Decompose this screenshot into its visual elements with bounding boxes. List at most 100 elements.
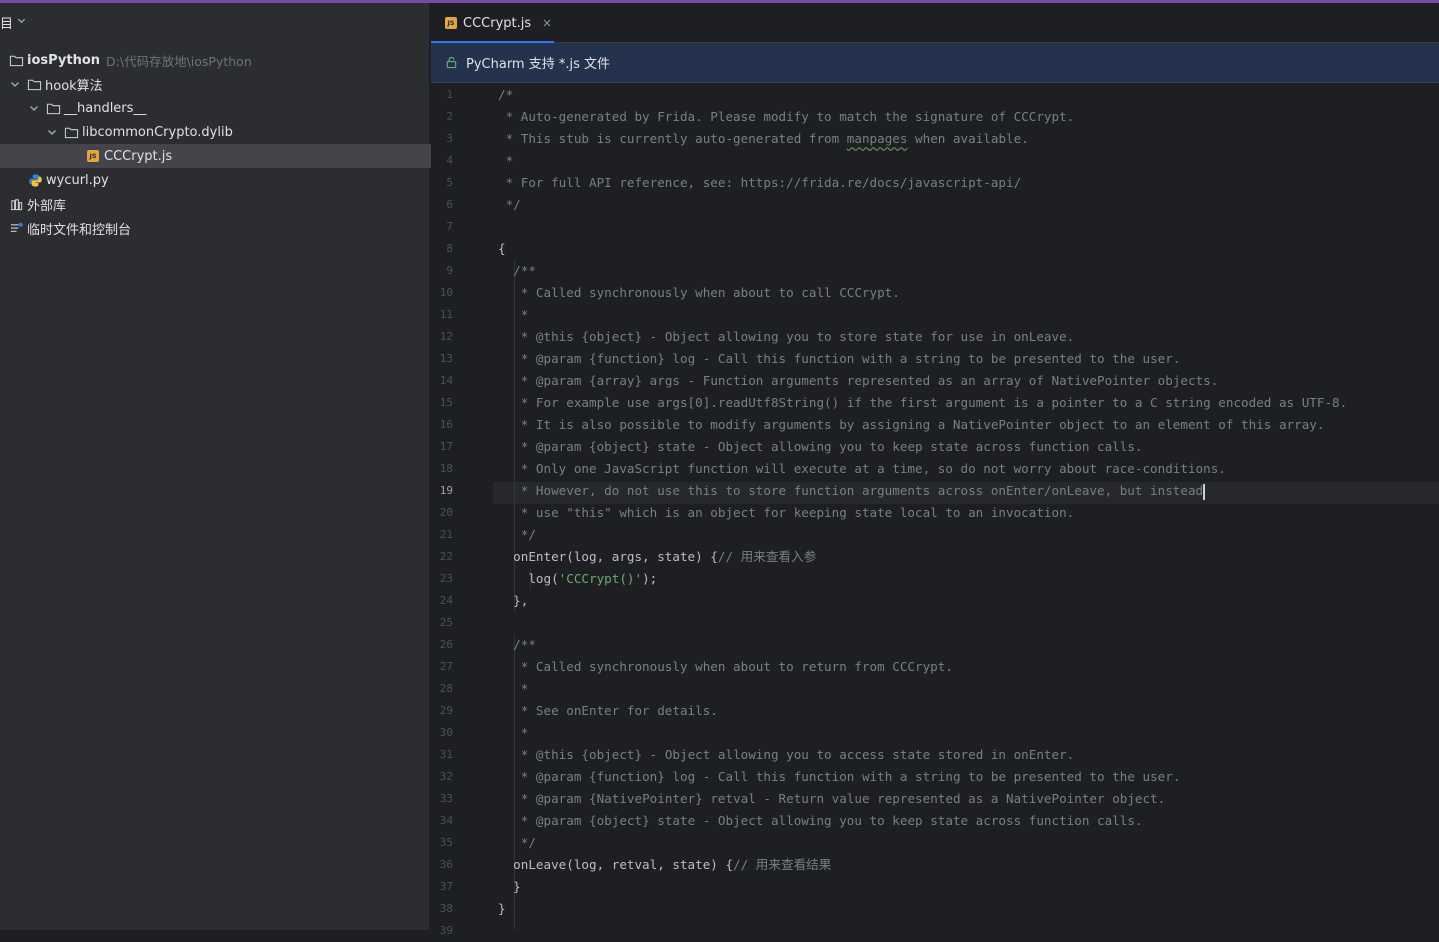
tree-item-label: iosPython [27, 52, 101, 68]
tree-item-label: 临时文件和控制台 [27, 222, 132, 238]
tree-item-handlers[interactable]: __handlers__ [0, 96, 146, 120]
code-line: * @param {array} args - Function argumen… [498, 373, 1219, 388]
line-number: 15 [439, 396, 453, 409]
code-line: * This stub is currently auto-generated … [498, 131, 1029, 146]
text-caret [1203, 483, 1206, 500]
line-number: 7 [446, 220, 453, 233]
line-number: 2 [446, 110, 453, 123]
line-number: 33 [439, 792, 453, 805]
scratches-icon [8, 220, 24, 236]
code-line: */ [498, 835, 536, 850]
code-line: /** [498, 637, 536, 652]
line-number: 34 [439, 814, 453, 827]
panel-title: 目 [0, 16, 14, 32]
line-number: 12 [439, 330, 453, 343]
line-number: 19 [439, 484, 453, 497]
python-file-icon [27, 172, 43, 188]
tree-item-wycurl-py[interactable]: wycurl.py [0, 168, 109, 192]
tree-item-label: wycurl.py [46, 172, 109, 188]
line-number: 23 [439, 572, 453, 585]
line-number: 39 [439, 924, 453, 937]
tree-item-label: 外部库 [27, 198, 67, 214]
library-icon [8, 196, 24, 212]
line-number: 14 [439, 374, 453, 387]
code-line: * @param {object} state - Object allowin… [498, 813, 1143, 828]
line-number: 18 [439, 462, 453, 475]
line-number: 29 [439, 704, 453, 717]
folder-icon [26, 76, 42, 92]
chevron-down-icon[interactable] [17, 16, 26, 28]
line-number: 27 [439, 660, 453, 673]
line-number: 20 [439, 506, 453, 519]
line-number: 1 [446, 88, 453, 101]
line-number: 22 [439, 550, 453, 563]
code-line: }, [498, 593, 529, 608]
project-panel: 目 iosPython D:\代码存放地\iosPython hook算法 __… [0, 3, 503, 930]
tree-item-scratches[interactable]: 临时文件和控制台 [0, 216, 131, 240]
folder-icon [45, 100, 61, 116]
tree-item-label: libcommonCrypto.dylib [82, 124, 233, 140]
line-number: 9 [446, 264, 453, 277]
line-number: 36 [439, 858, 453, 871]
code-line: * @param {object} state - Object allowin… [498, 439, 1143, 454]
line-number: 4 [446, 154, 453, 167]
folder-icon [8, 52, 24, 68]
line-number: 38 [439, 902, 453, 915]
code-line: } [498, 879, 521, 894]
line-number: 28 [439, 682, 453, 695]
editor-tab-bar: JS CCCrypt.js [431, 3, 1439, 44]
line-number: 6 [446, 198, 453, 211]
chevron-down-icon[interactable] [27, 101, 41, 115]
tree-item-label: __handlers__ [64, 100, 147, 116]
code-line: * For full API reference, see: https://f… [498, 175, 1022, 190]
tree-item-cccrypt-js[interactable]: JS CCCrypt.js [0, 144, 503, 168]
code-line: * Auto-generated by Frida. Please modify… [498, 109, 1075, 124]
line-number: 3 [446, 132, 453, 145]
editor-area: JS CCCrypt.js PyCharm 支持 *.js 文件 1234567… [431, 3, 1439, 937]
code-line: * Called synchronously when about to cal… [498, 285, 900, 300]
tree-item-label: hook算法 [45, 78, 103, 94]
line-number: 26 [439, 638, 453, 651]
line-number: 8 [446, 242, 453, 255]
code-line: * @param {NativePointer} retval - Return… [498, 791, 1166, 806]
notification-banner: PyCharm 支持 *.js 文件 [431, 43, 1439, 83]
line-number-gutter[interactable]: 1 2 3 4 5 6 7 8 9 10 11 12 13 14 15 16 17 18 19 20 21 22 23 24 2… [431, 84, 493, 937]
lock-icon [445, 56, 458, 69]
chevron-down-icon[interactable] [45, 125, 59, 139]
close-icon[interactable] [543, 16, 551, 30]
code-line: * @this {object} - Object allowing you t… [498, 329, 1075, 344]
code-line: onEnter(log, args, state) {// 用来查看入参 [498, 549, 817, 564]
code-line: * use "this" which is an object for keep… [498, 505, 1075, 520]
tree-item-iospython[interactable]: iosPython D:\代码存放地\iosPython [0, 48, 252, 72]
line-number: 32 [439, 770, 453, 783]
javascript-file-icon: JS [85, 148, 101, 164]
code-line: * [498, 153, 514, 168]
code-line: onLeave(log, retval, state) {// 用来查看结果 [498, 857, 832, 872]
tab-cccrypt-js[interactable]: JS CCCrypt.js [431, 3, 554, 44]
line-number: 21 [439, 528, 453, 541]
code-line: * Called synchronously when about to ret… [498, 659, 953, 674]
code-line: * It is also possible to modify argument… [498, 417, 1325, 432]
tree-item-path: D:\代码存放地\iosPython [106, 53, 252, 69]
tree-item-libcommoncrypto[interactable]: libcommonCrypto.dylib [0, 120, 233, 144]
tab-label: CCCrypt.js [463, 15, 532, 31]
code-line: * [498, 725, 529, 740]
code-line: * See onEnter for details. [498, 703, 718, 718]
project-panel-header[interactable]: 目 [0, 11, 26, 33]
folder-icon [63, 124, 79, 140]
line-number: 13 [439, 352, 453, 365]
tree-item-hook[interactable]: hook算法 [0, 72, 103, 96]
code-line: /** [498, 263, 536, 278]
code-editor[interactable]: /* * Auto-generated by Frida. Please mod… [498, 84, 1439, 930]
code-line: log('CCCrypt()'); [498, 571, 658, 586]
code-line: */ [498, 197, 521, 212]
code-line: * Only one JavaScript function will exec… [498, 461, 1226, 476]
code-line: /* [498, 87, 514, 102]
chevron-down-icon[interactable] [8, 77, 22, 91]
line-number: 35 [439, 836, 453, 849]
code-line: * [498, 681, 529, 696]
tree-item-external-libraries[interactable]: 外部库 [0, 192, 66, 216]
line-number: 37 [439, 880, 453, 893]
javascript-file-icon: JS [445, 17, 457, 29]
code-line: * For example use args[0].readUtf8String… [498, 395, 1348, 410]
